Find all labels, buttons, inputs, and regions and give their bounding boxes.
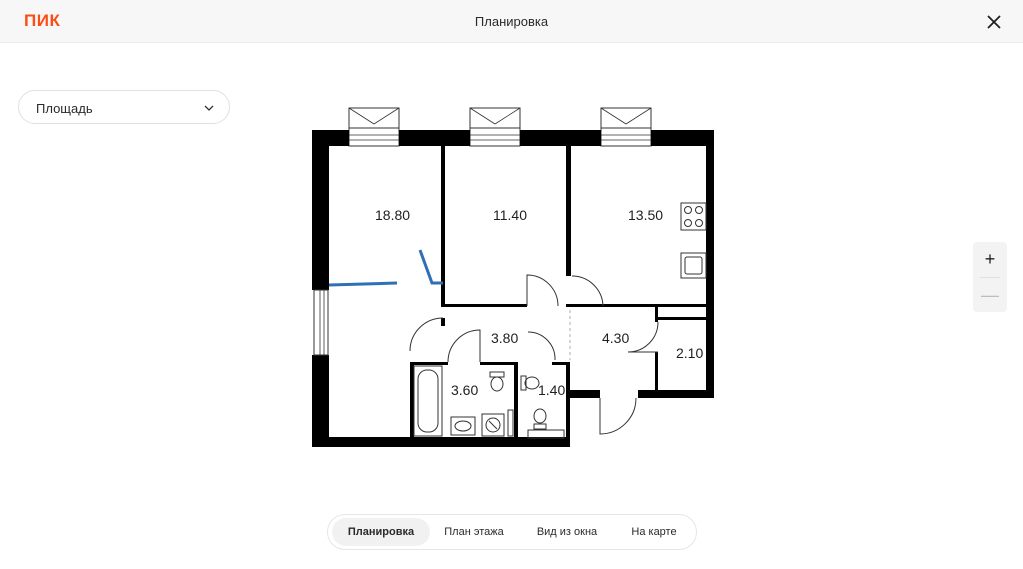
top-bar: ПИК Планировка — [0, 0, 1023, 43]
room-area-label: 4.30 — [602, 330, 629, 346]
floor-plan: 18.80 11.40 13.50 3.80 4.30 2.10 3.60 1.… — [312, 107, 714, 447]
washing-machine-icon — [481, 413, 505, 437]
tab-map[interactable]: На карте — [616, 518, 692, 546]
view-tabs: Планировка План этажа Вид из окна На кар… — [327, 514, 697, 550]
side-window-icon — [313, 289, 329, 356]
dropdown-label: Площадь — [36, 101, 93, 116]
window-icon — [348, 107, 400, 147]
room-area-label: 2.10 — [676, 345, 703, 361]
room-area-label: 18.80 — [375, 207, 410, 223]
zone-divider-lines — [328, 249, 443, 287]
outer-walls — [312, 130, 714, 447]
bathtub-icon — [413, 365, 443, 437]
room-area-label: 1.40 — [538, 382, 565, 398]
stove-icon — [680, 202, 707, 231]
zoom-in-button[interactable]: + — [973, 242, 1007, 276]
room-area-label: 11.40 — [493, 207, 527, 223]
close-icon[interactable] — [984, 12, 1004, 32]
tab-floor-plan[interactable]: План этажа — [432, 518, 516, 546]
tab-window-view[interactable]: Вид из окна — [520, 518, 614, 546]
toilet-icon — [533, 408, 547, 430]
page-title: Планировка — [474, 14, 549, 29]
toilet-icon — [489, 371, 505, 392]
chevron-down-icon — [204, 105, 214, 111]
window-icon — [600, 107, 652, 147]
room-area-label: 13.50 — [628, 207, 663, 223]
toilet-icon — [520, 375, 540, 391]
zoom-controls: + — — [973, 242, 1007, 312]
window-icon — [469, 107, 521, 147]
room-area-label: 3.60 — [451, 382, 478, 398]
kitchen-sink-icon — [680, 252, 707, 279]
door-arcs — [409, 274, 659, 435]
area-dropdown[interactable]: Площадь — [18, 90, 230, 124]
sink-icon — [527, 429, 565, 439]
tab-plan[interactable]: Планировка — [332, 518, 430, 546]
room-area-label: 3.80 — [491, 330, 518, 346]
sink-icon — [450, 416, 476, 436]
zoom-out-button[interactable]: — — [973, 278, 1007, 312]
